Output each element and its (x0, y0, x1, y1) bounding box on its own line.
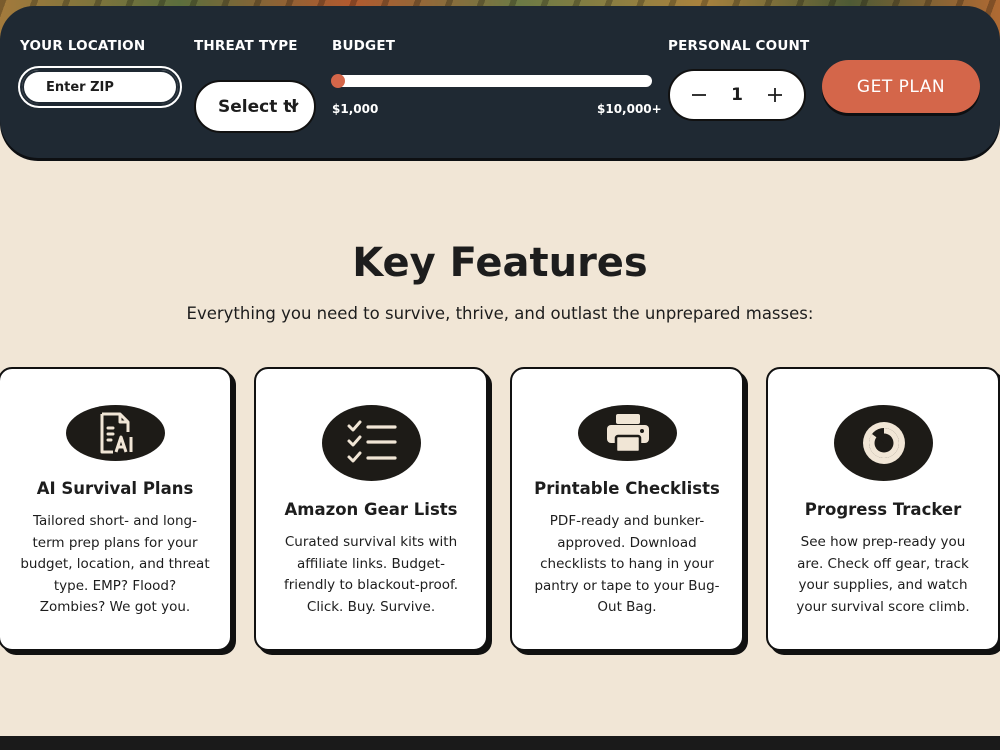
feature-card-gear-lists[interactable]: Amazon Gear Lists Curated survival kits … (254, 367, 488, 651)
personal-count-value: 1 (731, 85, 743, 105)
card-description: PDF-ready and bunker-approved. Download … (534, 513, 720, 615)
card-title: Progress Tracker (804, 500, 962, 519)
personal-count-label: PERSONAL COUNT (668, 38, 810, 54)
plus-icon[interactable] (766, 86, 784, 104)
feature-card-printable-checklists[interactable]: Printable Checklists PDF-ready and bunke… (510, 367, 744, 651)
chevron-down-icon (287, 102, 299, 110)
threat-type-value: Select th (218, 96, 296, 117)
feature-card-progress-tracker[interactable]: Progress Tracker See how prep-ready you … (766, 367, 1000, 651)
card-title: Amazon Gear Lists (284, 500, 458, 519)
card-description: Tailored short- and long-term prep plans… (20, 513, 210, 615)
footer (0, 736, 1000, 750)
threat-type-select[interactable]: Select th (194, 80, 316, 133)
card-title: AI Survival Plans (36, 479, 194, 498)
threat-type-label: THREAT TYPE (194, 38, 298, 54)
budget-min-label: $1,000 (332, 102, 379, 116)
zip-input[interactable] (18, 66, 182, 108)
budget-max-label: $10,000+ (597, 102, 662, 116)
features-subtitle: Everything you need to survive, thrive, … (186, 304, 814, 323)
ai-document-icon (66, 405, 165, 461)
personal-count-stepper: 1 (668, 69, 806, 121)
features-title: Key Features (352, 240, 648, 286)
printer-icon (578, 405, 677, 461)
budget-label: BUDGET (332, 38, 396, 54)
minus-icon[interactable] (690, 86, 708, 104)
location-label: YOUR LOCATION (20, 38, 146, 54)
checklist-icon (322, 405, 421, 481)
card-title: Printable Checklists (534, 479, 720, 498)
budget-slider[interactable] (331, 74, 652, 88)
progress-ring-icon (834, 405, 933, 481)
get-plan-button[interactable]: GET PLAN (822, 60, 980, 113)
feature-card-ai-plans[interactable]: AI Survival Plans Tailored short- and lo… (0, 367, 232, 651)
budget-slider-thumb[interactable] (331, 74, 345, 88)
plan-search-panel: YOUR LOCATION THREAT TYPE Select th BUDG… (0, 6, 1000, 158)
card-description: See how prep-ready you are. Check off ge… (796, 534, 970, 615)
card-description: Curated survival kits with affiliate lin… (283, 534, 459, 615)
